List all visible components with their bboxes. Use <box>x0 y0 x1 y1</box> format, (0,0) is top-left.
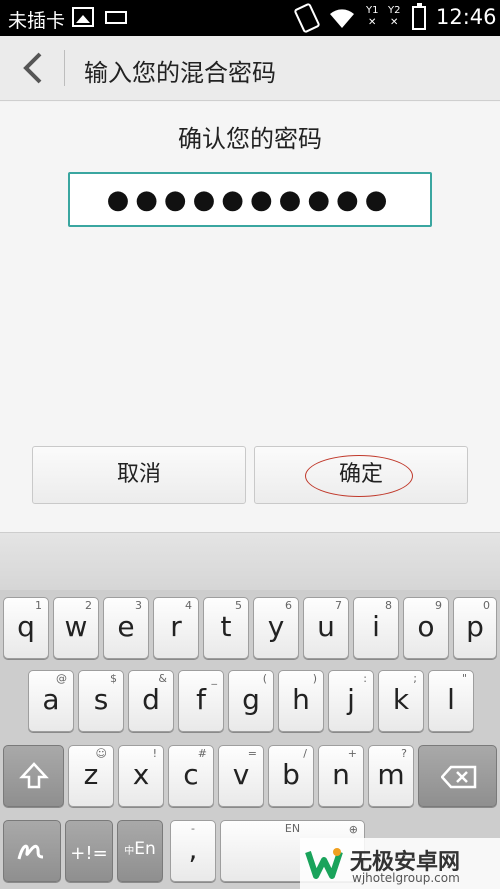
key-q[interactable]: 1q <box>3 597 49 659</box>
watermark-url: wjhotelgroup.com <box>352 871 460 885</box>
keyboard-candidate-bar <box>0 532 500 590</box>
language-key[interactable]: 中En <box>117 820 163 882</box>
page-title: 输入您的混合密码 <box>84 59 276 87</box>
sim2-signal-icon: Y2 ✕ <box>388 5 401 28</box>
key-z[interactable]: ☺ z <box>68 745 114 807</box>
backspace-key[interactable] <box>418 745 497 807</box>
key-x[interactable]: ! x <box>118 745 164 807</box>
confirm-password-label: 确认您的密码 <box>178 125 322 153</box>
key-l[interactable]: " l <box>428 670 474 732</box>
status-bar: 未插卡 Y1 ✕ Y2 ✕ 12:46 <box>0 0 500 36</box>
key-d[interactable]: & d <box>128 670 174 732</box>
wifi-icon <box>330 9 354 28</box>
key-e[interactable]: 3e <box>103 597 149 659</box>
carrier-label: 未插卡 <box>8 10 66 32</box>
vibrate-icon <box>293 2 321 34</box>
annotation-circle <box>305 455 413 497</box>
key-v[interactable]: = v <box>218 745 264 807</box>
cancel-button[interactable]: 取消 <box>32 446 246 504</box>
key-p[interactable]: 0p <box>453 597 497 659</box>
symbols-key[interactable]: +!= <box>65 820 113 882</box>
watermark: 无极安卓网 wjhotelgroup.com <box>300 838 500 889</box>
cancel-button-label: 取消 <box>116 462 161 487</box>
shift-icon <box>19 762 49 789</box>
sim1-signal-icon: Y1 ✕ <box>366 5 379 28</box>
shift-key[interactable] <box>3 745 64 807</box>
key-o[interactable]: 9o <box>403 597 449 659</box>
key-b[interactable]: / b <box>268 745 314 807</box>
handwriting-key[interactable] <box>3 820 61 882</box>
ok-button[interactable]: 确定 <box>254 446 468 504</box>
keyboard-notification-icon <box>105 11 127 24</box>
key-y[interactable]: 6y <box>253 597 299 659</box>
key-j[interactable]: :j <box>328 670 374 732</box>
image-notification-icon <box>72 7 94 27</box>
key-k[interactable]: ; k <box>378 670 424 732</box>
password-form: 确认您的密码 ●●●●●●●●●● 取消 确定 <box>0 102 500 532</box>
title-divider <box>64 50 65 86</box>
key-h[interactable]: ) h <box>278 670 324 732</box>
globe-icon: ⊕ <box>348 823 358 836</box>
key-r[interactable]: 4r <box>153 597 199 659</box>
key-n[interactable]: + n <box>318 745 364 807</box>
password-input[interactable]: ●●●●●●●●●● <box>68 172 432 227</box>
chevron-left-icon[interactable] <box>14 48 54 88</box>
title-bar: 输入您的混合密码 <box>0 36 500 101</box>
brand-logo-icon <box>305 848 343 879</box>
battery-icon <box>412 3 426 30</box>
backspace-icon <box>441 765 477 789</box>
clock: 12:46 <box>436 5 497 29</box>
key-i[interactable]: 8i <box>353 597 399 659</box>
key-g[interactable]: (g <box>228 670 274 732</box>
key-a[interactable]: @ a <box>28 670 74 732</box>
key-c[interactable]: # c <box>168 745 214 807</box>
key-s[interactable]: $ s <box>78 670 124 732</box>
handwriting-icon <box>17 844 44 860</box>
key-t[interactable]: 5t <box>203 597 249 659</box>
key-u[interactable]: 7u <box>303 597 349 659</box>
key-m[interactable]: ? m <box>368 745 414 807</box>
comma-key[interactable]: - , <box>170 820 216 882</box>
key-f[interactable]: _ f <box>178 670 224 732</box>
key-w[interactable]: 2w <box>53 597 99 659</box>
